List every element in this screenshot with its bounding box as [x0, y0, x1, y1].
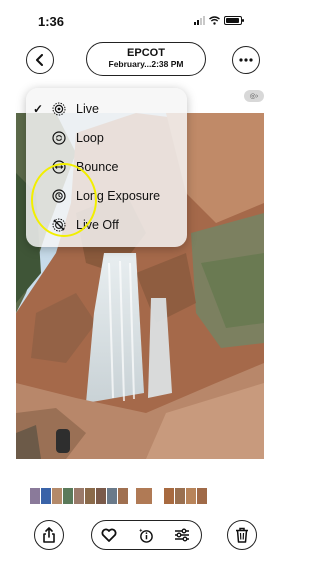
info-button[interactable]	[138, 527, 154, 543]
ellipsis-icon	[239, 58, 253, 62]
thumbnail[interactable]	[175, 488, 185, 504]
adjust-sliders-icon	[175, 528, 189, 542]
status-time: 1:36	[38, 14, 65, 29]
wifi-icon	[209, 16, 220, 25]
trash-icon	[236, 527, 248, 543]
thumbnail[interactable]	[164, 488, 174, 504]
heart-icon	[101, 528, 117, 542]
signal-icon	[194, 16, 205, 25]
battery-icon	[224, 16, 244, 25]
thumbnail[interactable]	[107, 488, 117, 504]
page-subtitle: February...2:38 PM	[108, 59, 184, 69]
menu-item-live[interactable]: ✓ Live	[26, 94, 187, 123]
edit-tools-group	[91, 520, 202, 550]
back-button[interactable]	[26, 46, 54, 74]
loop-icon	[52, 130, 66, 145]
share-icon	[43, 527, 55, 543]
delete-button[interactable]	[227, 520, 257, 550]
thumbnail[interactable]	[118, 488, 128, 504]
title-pill[interactable]: EPCOT February...2:38 PM	[86, 42, 206, 76]
live-badge[interactable]: ◎ ›	[244, 90, 264, 102]
live-icon	[52, 102, 66, 116]
status-bar: 1:36	[0, 0, 264, 34]
favorite-button[interactable]	[101, 527, 117, 543]
thumbnail[interactable]	[63, 488, 73, 504]
checkmark-icon: ✓	[33, 101, 44, 116]
more-button[interactable]	[232, 46, 260, 74]
thumbnail[interactable]	[41, 488, 51, 504]
thumbnail[interactable]	[52, 488, 62, 504]
share-button[interactable]	[34, 520, 64, 550]
thumbnail[interactable]	[96, 488, 106, 504]
info-sparkle-icon	[138, 527, 153, 543]
thumbnail[interactable]	[197, 488, 207, 504]
highlight-circle	[31, 163, 97, 237]
thumbnail[interactable]	[136, 488, 152, 504]
thumbnail[interactable]	[74, 488, 84, 504]
chevron-right-icon: ›	[255, 92, 259, 100]
menu-item-label: Loop	[76, 130, 104, 145]
thumbnail[interactable]	[85, 488, 95, 504]
status-icons	[194, 16, 244, 25]
menu-item-loop[interactable]: Loop	[26, 123, 187, 152]
thumbnail[interactable]	[30, 488, 40, 504]
adjust-button[interactable]	[174, 527, 190, 543]
thumbnail[interactable]	[186, 488, 196, 504]
menu-item-label: Live	[76, 101, 99, 116]
page-title: EPCOT	[127, 47, 165, 59]
chevron-left-icon	[36, 54, 43, 66]
